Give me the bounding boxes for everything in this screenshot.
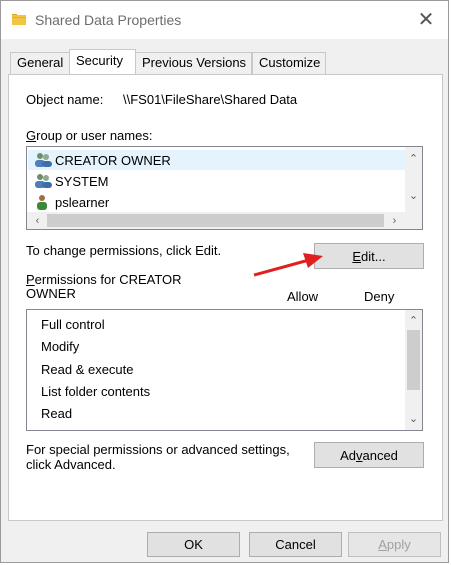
accelerator-key: E	[352, 248, 362, 264]
users-listbox[interactable]: CREATOR OWNER SYSTEM pslearner ⌃ ⌄ ‹ ›	[26, 146, 423, 230]
edit-button[interactable]: Edit...	[314, 243, 424, 269]
ok-button[interactable]: OK	[147, 532, 240, 557]
permission-read: Read	[41, 406, 73, 421]
close-button[interactable]: ✕	[412, 7, 440, 33]
tab-label: Security	[76, 53, 123, 68]
cancel-button[interactable]: Cancel	[249, 532, 342, 557]
accelerator-key: P	[26, 272, 35, 287]
users-vertical-scrollbar[interactable]: ⌃ ⌄	[405, 147, 422, 212]
title-bar: Shared Data Properties ✕	[1, 1, 448, 39]
user-name: CREATOR OWNER	[55, 152, 171, 168]
tab-previous-versions[interactable]: Previous Versions	[135, 52, 252, 74]
scroll-thumb[interactable]	[407, 330, 420, 390]
button-label: dit...	[361, 248, 386, 264]
permission-full-control: Full control	[41, 317, 105, 332]
folder-icon	[12, 14, 26, 25]
special-permissions-text: For special permissions or advanced sett…	[26, 442, 290, 472]
permissions-for-label: Permissions for CREATOR OWNER	[26, 273, 182, 301]
permission-list-folder-contents: List folder contents	[41, 384, 151, 399]
button-label: OK	[184, 537, 203, 552]
scroll-up-icon[interactable]: ⌃	[405, 150, 422, 167]
object-name-label: Object name:	[26, 92, 104, 107]
user-icon	[37, 195, 47, 210]
text-line2: click Advanced.	[26, 457, 116, 472]
permissions-listbox[interactable]: Full control Modify Read & execute List …	[26, 309, 423, 431]
scroll-thumb[interactable]	[47, 214, 384, 227]
accelerator-key: A	[378, 537, 387, 552]
label-text: roup or user names:	[36, 128, 153, 143]
user-name: pslearner	[55, 194, 110, 210]
button-label-rest: anced	[362, 447, 398, 463]
permissions-vertical-scrollbar[interactable]: ⌃ ⌄	[405, 310, 422, 430]
object-name-value: \\FS01\FileShare\Shared Data	[123, 92, 298, 107]
label-text-line2: OWNER	[26, 286, 76, 301]
scroll-down-icon[interactable]: ⌄	[405, 410, 422, 427]
button-label: pply	[386, 537, 411, 552]
deny-column-header: Deny	[364, 289, 395, 304]
permission-modify: Modify	[41, 339, 80, 354]
change-permissions-text: To change permissions, click Edit.	[26, 243, 222, 258]
user-name: SYSTEM	[55, 173, 109, 189]
scroll-down-icon[interactable]: ⌄	[405, 187, 422, 204]
permission-read-execute: Read & execute	[41, 362, 134, 377]
tab-label: General	[17, 55, 64, 70]
apply-button[interactable]: Apply	[348, 532, 441, 557]
tab-customize[interactable]: Customize	[252, 52, 326, 74]
text-line1: For special permissions or advanced sett…	[26, 442, 290, 457]
users-group-icon	[35, 153, 52, 167]
window-title: Shared Data Properties	[35, 12, 182, 28]
users-horizontal-scrollbar[interactable]: ‹ ›	[27, 212, 422, 229]
button-label: Ad	[340, 447, 356, 463]
close-icon: ✕	[417, 9, 435, 31]
group-user-names-label: Group or user names:	[26, 128, 152, 143]
user-row-pslearner[interactable]: pslearner	[34, 192, 109, 212]
scroll-right-icon[interactable]: ›	[386, 212, 403, 229]
label-text: ermissions for CREATOR	[34, 272, 182, 287]
scroll-up-icon[interactable]: ⌃	[405, 312, 422, 329]
accelerator-key: G	[26, 128, 37, 143]
tab-label: Customize	[259, 55, 321, 70]
scroll-left-icon[interactable]: ‹	[29, 212, 46, 229]
button-label: Cancel	[275, 537, 316, 552]
advanced-button[interactable]: Ad v anced	[314, 442, 424, 468]
security-panel: Object name: \\FS01\FileShare\Shared Dat…	[8, 74, 443, 521]
user-row-creator-owner[interactable]: CREATOR OWNER	[34, 150, 171, 170]
user-row-system[interactable]: SYSTEM	[34, 171, 108, 191]
properties-dialog: Shared Data Properties ✕ General Securit…	[0, 0, 449, 563]
red-arrow-annotation	[253, 253, 323, 277]
tab-security[interactable]: Security	[69, 49, 136, 75]
allow-column-header: Allow	[287, 289, 319, 304]
users-group-icon	[35, 174, 52, 188]
tab-general[interactable]: General	[10, 52, 70, 74]
tab-label: Previous Versions	[142, 55, 247, 70]
